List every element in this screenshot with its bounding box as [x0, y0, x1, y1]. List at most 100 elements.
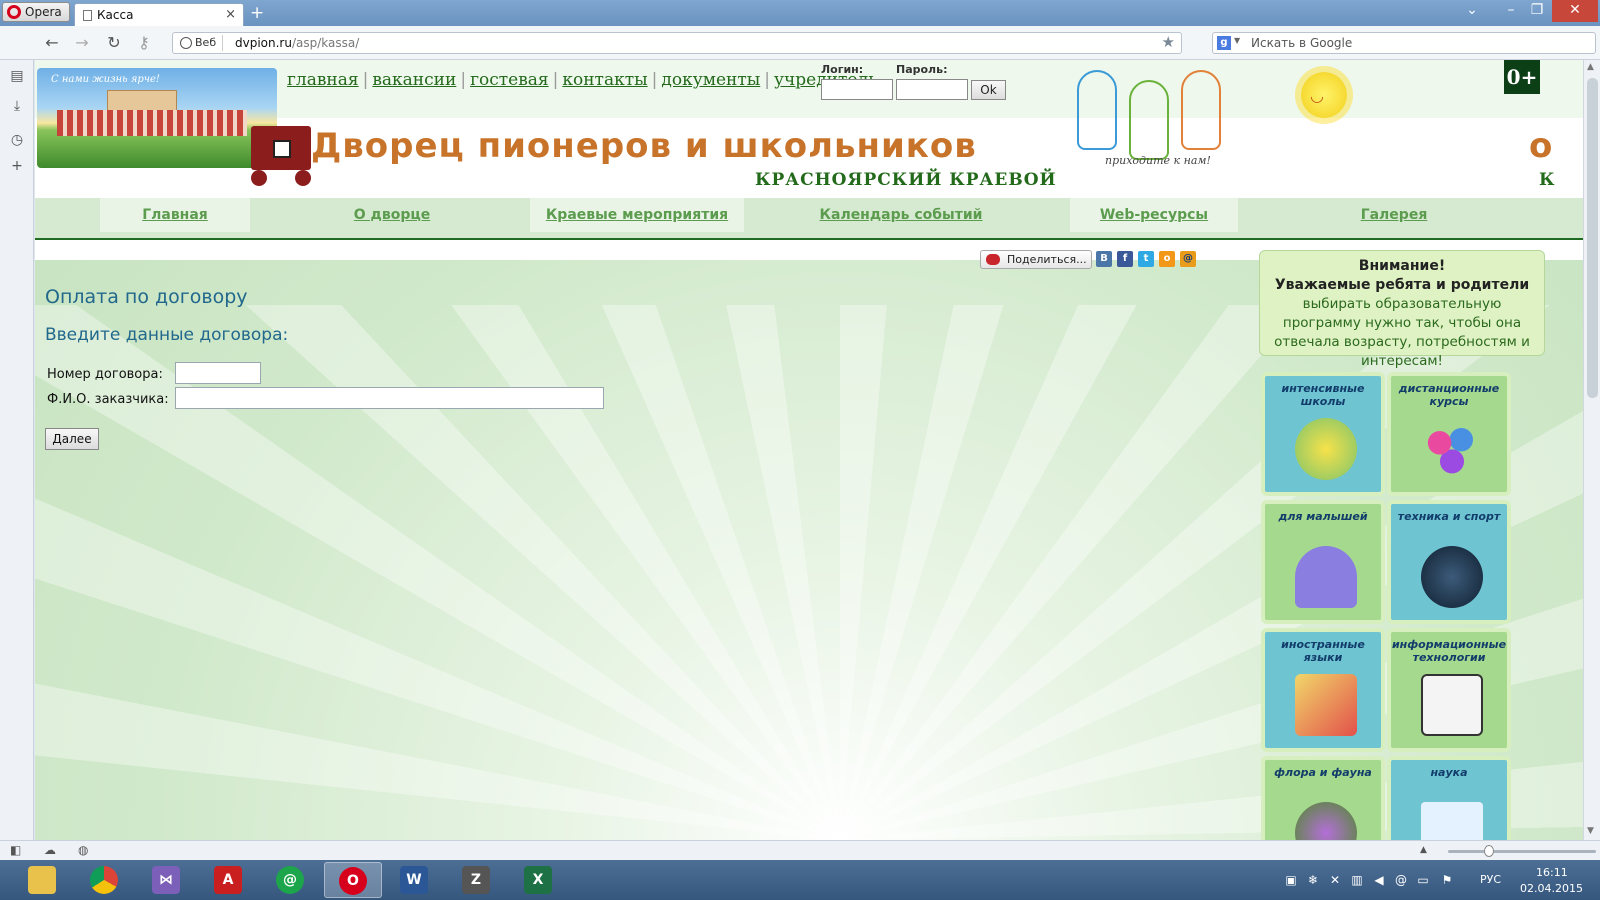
- tray-mail-agent-icon[interactable]: @: [1394, 873, 1408, 887]
- clock-time[interactable]: 16:11: [1536, 866, 1568, 879]
- tile-caption: наука: [1430, 766, 1468, 779]
- top-link-guestbook[interactable]: гостевая: [470, 70, 549, 90]
- reload-icon[interactable]: ↻: [104, 33, 124, 53]
- zoom-up-icon[interactable]: ▲: [1420, 845, 1427, 855]
- nav-item-web-resources[interactable]: Web-ресурсы: [1070, 198, 1238, 232]
- palace-building-shape: [57, 110, 247, 136]
- tile-distance-courses[interactable]: дистанционные курсы: [1387, 372, 1511, 496]
- taskbar-acrobat[interactable]: A: [200, 862, 258, 898]
- opera-menu-button[interactable]: Opera: [2, 2, 70, 22]
- keyboard-language[interactable]: РУС: [1480, 873, 1501, 886]
- search-engine-chevron-icon[interactable]: ▼: [1234, 36, 1240, 45]
- panel-toggle-icon[interactable]: ◧: [10, 843, 21, 857]
- nav-item-regional-events[interactable]: Краевые мероприятия: [530, 198, 744, 232]
- tray-network-off-icon[interactable]: ✕: [1328, 873, 1342, 887]
- banner-signature: С нами жизнь ярче!: [51, 74, 160, 85]
- tray-filezilla-icon[interactable]: ▣: [1284, 873, 1298, 887]
- nav-item-gallery[interactable]: Галерея: [1303, 198, 1485, 232]
- password-input[interactable]: [896, 79, 968, 100]
- turbo-gauge-icon[interactable]: ◍: [78, 843, 88, 857]
- tray-monitor-icon[interactable]: ▭: [1416, 873, 1430, 887]
- browser-status-bar: ◧ ☁ ◍ ▲: [0, 840, 1600, 860]
- google-icon[interactable]: g: [1217, 36, 1231, 50]
- acrobat-icon: A: [214, 866, 242, 894]
- sun-illustration: ◡: [1289, 64, 1359, 126]
- browser-tab[interactable]: Касса ×: [74, 3, 244, 26]
- facebook-icon[interactable]: f: [1117, 251, 1133, 267]
- search-box[interactable]: g ▼ Искать в Google: [1212, 32, 1596, 54]
- minimize-button[interactable]: –: [1498, 0, 1524, 22]
- back-arrow-icon[interactable]: ←: [42, 33, 62, 53]
- visual-studio-icon: ⋈: [152, 866, 180, 894]
- next-button[interactable]: Далее: [45, 428, 99, 450]
- tile-caption: флора и фауна: [1274, 766, 1372, 779]
- twitter-icon[interactable]: t: [1138, 251, 1154, 267]
- tile-intensive-schools[interactable]: интенсивные школы: [1261, 372, 1385, 496]
- scroll-down-icon[interactable]: ▼: [1587, 826, 1594, 836]
- taskbar-opera[interactable]: O: [324, 862, 382, 898]
- address-scope-badge[interactable]: Веб: [177, 35, 224, 51]
- login-ok-button[interactable]: Ok: [971, 80, 1006, 100]
- taskbar-excel[interactable]: X: [510, 862, 568, 898]
- history-clock-icon[interactable]: ◷: [9, 132, 25, 148]
- scroll-up-icon[interactable]: ▲: [1587, 62, 1594, 72]
- odnoklassniki-icon[interactable]: o: [1159, 251, 1175, 267]
- tile-science[interactable]: наука: [1387, 756, 1511, 840]
- tray-flag-icon[interactable]: ⚑: [1440, 873, 1454, 887]
- add-panel-icon[interactable]: +: [9, 158, 25, 174]
- page-scrollbar[interactable]: ▲ ▼: [1583, 60, 1600, 840]
- scrollbar-thumb[interactable]: [1587, 78, 1598, 398]
- tray-device-icon[interactable]: ▥: [1350, 873, 1364, 887]
- taskbar-word[interactable]: W: [386, 862, 444, 898]
- mailru-icon[interactable]: @: [1180, 251, 1196, 267]
- downloads-icon[interactable]: ⤓: [9, 98, 25, 114]
- taskbar-chrome[interactable]: [76, 862, 134, 898]
- kid-figure-blue: [1077, 70, 1117, 150]
- top-link-vacancies[interactable]: вакансии: [372, 70, 456, 90]
- nav-item-calendar[interactable]: Календарь событий: [795, 198, 1007, 232]
- mail-agent-icon: @: [276, 866, 304, 894]
- login-input[interactable]: [821, 79, 893, 100]
- url-text[interactable]: dvpion.ru/asp/kassa/: [235, 36, 359, 50]
- nav-item-home[interactable]: Главная: [100, 198, 250, 232]
- new-tab-button[interactable]: +: [250, 3, 264, 23]
- nav-item-about[interactable]: О дворце: [325, 198, 459, 232]
- tray-snowflake-icon[interactable]: ❄: [1306, 873, 1320, 887]
- opera-menu-label: Opera: [25, 5, 62, 19]
- taskbar-mail-agent[interactable]: @: [262, 862, 320, 898]
- top-link-documents[interactable]: документы: [661, 70, 760, 90]
- tabs-menu-chevron-icon[interactable]: ⌄: [1460, 0, 1484, 22]
- forward-arrow-icon[interactable]: →: [72, 33, 92, 53]
- key-icon[interactable]: ⚷: [134, 33, 154, 53]
- taskbar-explorer[interactable]: [14, 862, 72, 898]
- tray-volume-icon[interactable]: ◀: [1372, 873, 1386, 887]
- address-bar[interactable]: Веб dvpion.ru/asp/kassa/ ★: [172, 32, 1182, 54]
- maximize-button[interactable]: ❐: [1524, 0, 1550, 22]
- windows-taskbar: ⋈ A @ O W Z X ▣ ❄ ✕ ▥ ◀ @ ▭ ⚑ РУС 16:11 …: [0, 860, 1600, 900]
- tile-for-kids[interactable]: для малышей: [1261, 500, 1385, 624]
- zoom-slider-knob[interactable]: [1484, 845, 1494, 857]
- tab-close-icon[interactable]: ×: [225, 7, 236, 22]
- bookmark-star-icon[interactable]: ★: [1162, 33, 1175, 51]
- kids-illustration: приходите к нам!: [1073, 70, 1243, 170]
- share-button[interactable]: Поделиться...: [980, 250, 1092, 269]
- top-link-home[interactable]: главная: [287, 70, 359, 90]
- sun-icon: [1301, 72, 1347, 118]
- tab-title: Касса: [97, 8, 134, 22]
- taskbar-visual-studio[interactable]: ⋈: [138, 862, 196, 898]
- tile-flora-and-fauna[interactable]: флора и фауна: [1261, 756, 1385, 840]
- tile-foreign-languages[interactable]: иностранные языки: [1261, 628, 1385, 752]
- vk-icon[interactable]: B: [1096, 251, 1112, 267]
- taskbar-filezilla[interactable]: Z: [448, 862, 506, 898]
- zoom-slider-track[interactable]: [1448, 850, 1596, 853]
- contract-number-input[interactable]: [175, 362, 261, 384]
- close-window-button[interactable]: ✕: [1552, 0, 1598, 22]
- tile-tech-and-sport[interactable]: техника и спорт: [1387, 500, 1511, 624]
- tile-information-technologies[interactable]: информационные технологии: [1387, 628, 1511, 752]
- customer-name-input[interactable]: [175, 387, 604, 409]
- top-link-contacts[interactable]: контакты: [562, 70, 647, 90]
- clock-date[interactable]: 02.04.2015: [1520, 882, 1583, 895]
- cloud-icon[interactable]: ☁: [44, 843, 56, 857]
- palace-banner-image: С нами жизнь ярче!: [37, 68, 277, 168]
- notes-icon[interactable]: ▤: [9, 68, 25, 84]
